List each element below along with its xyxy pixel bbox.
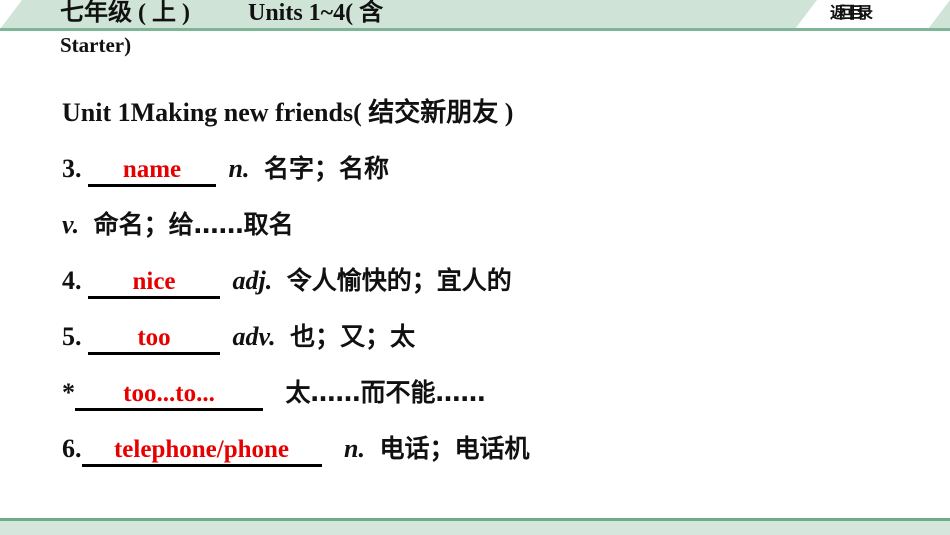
page-header: 七年级 ( 上 ) Units 1~4( 含 返回目录	[0, 0, 950, 31]
part-of-speech: n.	[228, 154, 250, 183]
unit-heading-row: Unit 1Making new friends( 结交新朋友 )	[0, 85, 950, 141]
part-of-speech: adv.	[232, 322, 276, 351]
vocab-row: 4. nice adj. 令人愉快的；宜人的	[0, 253, 950, 309]
entry-meaning: 命名；给……取名	[93, 210, 294, 239]
answer-blank[interactable]: telephone/phone	[81, 436, 322, 468]
grade-label: 七年级 ( 上 )	[60, 0, 190, 26]
units-label-continuation: Starter)	[60, 33, 132, 57]
units-label: Units 1~4( 含	[247, 0, 384, 26]
vocab-row: 5. too adv. 也；又；太	[0, 309, 950, 365]
part-of-speech: adj.	[232, 266, 273, 295]
entry-number: 5.	[62, 322, 82, 351]
entry-number: 4.	[62, 266, 82, 295]
entry-number: *	[62, 378, 75, 407]
answer-blank[interactable]: nice	[88, 268, 220, 300]
answer-blank[interactable]: name	[88, 156, 216, 188]
entry-meaning: 令人愉快的；宜人的	[286, 266, 512, 295]
entry-meaning: 太……而不能……	[285, 378, 486, 407]
vocabulary-list: Unit 1Making new friends( 结交新朋友 ) 3. nam…	[0, 85, 950, 477]
entry-meaning: 也；又；太	[290, 322, 416, 351]
entry-number: 6.	[62, 434, 82, 463]
vocab-row-continuation: v. 命名；给……取名	[0, 197, 950, 253]
vocab-row: 3. name n. 名字；名称	[0, 141, 950, 197]
page-footer-bar	[0, 518, 950, 535]
back-to-contents-button[interactable]: 返回目录	[830, 2, 908, 26]
entry-number: 3.	[62, 154, 82, 183]
answer-blank[interactable]: too...to...	[75, 380, 263, 412]
unit-title-label: Making new friends( 结交新朋友 )	[130, 98, 514, 127]
part-of-speech: v.	[62, 210, 80, 239]
entry-meaning: 电话；电话机	[379, 434, 530, 463]
unit-number-label: Unit 1	[62, 98, 131, 127]
part-of-speech: n.	[344, 434, 365, 463]
page-title: 七年级 ( 上 ) Units 1~4( 含	[60, 0, 383, 29]
answer-blank[interactable]: too	[88, 324, 220, 356]
vocab-row: 6. telephone/phone n. 电话；电话机	[0, 421, 950, 477]
vocab-row: * too...to... 太……而不能……	[0, 365, 950, 421]
entry-meaning: 名字；名称	[263, 154, 389, 183]
